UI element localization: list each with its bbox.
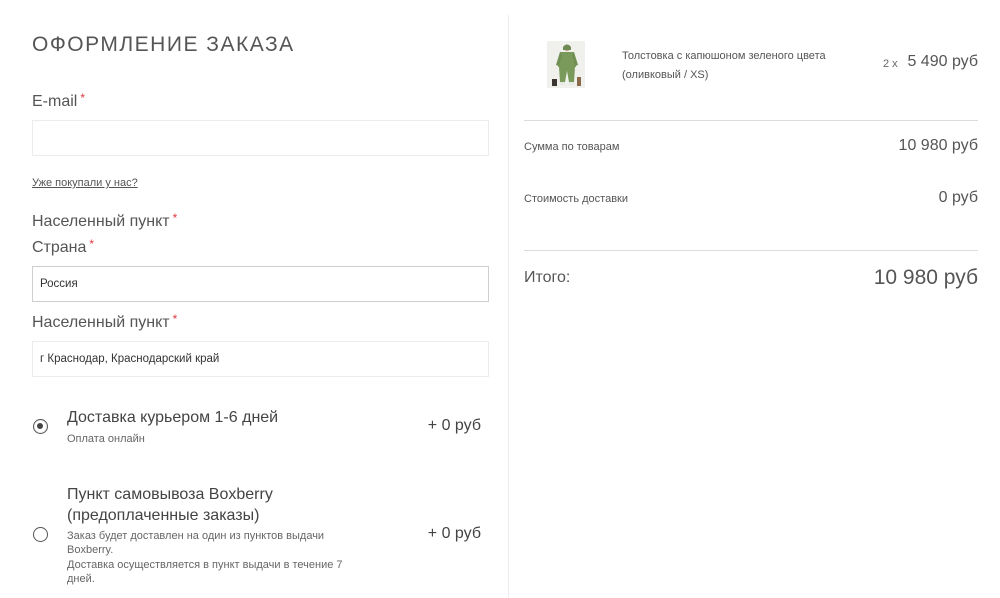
locality-label: Населенный пункт * bbox=[32, 312, 178, 332]
delivery-option-title: Доставка курьером 1-6 дней bbox=[67, 409, 279, 426]
country-label-text: Страна bbox=[32, 239, 87, 256]
already-bought-link[interactable]: Уже покупали у нас? bbox=[32, 177, 138, 189]
required-mark: * bbox=[172, 211, 178, 225]
delivery-option-title: Пункт самовывоза Boxberry bbox=[67, 486, 273, 503]
radio-boxberry[interactable] bbox=[33, 527, 48, 542]
product-price: 5 490 руб bbox=[907, 53, 978, 70]
locality-value: г Краснодар, Краснодарский край bbox=[40, 353, 220, 365]
hoodie-product-photo-icon bbox=[547, 41, 585, 88]
radio-courier[interactable] bbox=[33, 419, 48, 434]
product-variant: (оливковый / XS) bbox=[622, 69, 709, 81]
locality-heading-text: Населенный пункт bbox=[32, 213, 170, 230]
total-label: Итого: bbox=[524, 269, 571, 286]
country-label: Страна * bbox=[32, 237, 95, 257]
divider bbox=[524, 120, 978, 121]
country-field[interactable]: Россия bbox=[32, 266, 489, 302]
email-field[interactable] bbox=[32, 120, 489, 156]
product-thumbnail[interactable] bbox=[547, 41, 585, 88]
delivery-option-price: + 0 руб bbox=[427, 417, 481, 434]
subtotal-label: Сумма по товарам bbox=[524, 141, 620, 153]
delivery-option-subtitle: Оплата онлайн bbox=[67, 433, 145, 445]
shipping-label: Стоимость доставки bbox=[524, 193, 628, 205]
required-mark: * bbox=[80, 91, 86, 105]
required-mark: * bbox=[89, 237, 95, 251]
product-name[interactable]: Толстовка с капюшоном зеленого цвета (ол… bbox=[622, 47, 862, 85]
product-name-line: Толстовка с капюшоном зеленого цвета bbox=[622, 50, 826, 62]
order-summary: Толстовка с капюшоном зеленого цвета (ол… bbox=[508, 15, 978, 598]
delivery-option-price: + 0 руб bbox=[427, 525, 481, 542]
locality-heading: Населенный пункт * bbox=[32, 211, 178, 231]
delivery-option-subtitle: Заказ будет доставлен на один из пунктов… bbox=[67, 530, 325, 542]
total-value: 10 980 руб bbox=[873, 266, 978, 289]
divider bbox=[524, 250, 978, 251]
locality-label-text: Населенный пункт bbox=[32, 314, 170, 331]
subtotal-value: 10 980 руб bbox=[898, 137, 978, 154]
email-label: E-mail * bbox=[32, 91, 86, 111]
delivery-option-subtitle-cont: дней. bbox=[67, 573, 95, 585]
product-quantity: 2 x bbox=[883, 58, 898, 70]
page-title: ОФОРМЛЕНИЕ ЗАКАЗА bbox=[32, 33, 295, 56]
country-value: Россия bbox=[40, 278, 78, 290]
delivery-option-subtitle-cont: Boxberry. bbox=[67, 544, 114, 556]
shipping-value: 0 руб bbox=[938, 189, 978, 206]
locality-field[interactable]: г Краснодар, Краснодарский край bbox=[32, 341, 489, 377]
delivery-option-subtitle-cont: Доставка осуществляется в пункт выдачи в… bbox=[67, 559, 343, 571]
required-mark: * bbox=[172, 312, 178, 326]
email-label-text: E-mail bbox=[32, 93, 78, 110]
checkout-form: ОФОРМЛЕНИЕ ЗАКАЗА E-mail * Уже покупали у… bbox=[0, 0, 508, 598]
delivery-option-title-cont: (предоплаченные заказы) bbox=[67, 507, 260, 524]
